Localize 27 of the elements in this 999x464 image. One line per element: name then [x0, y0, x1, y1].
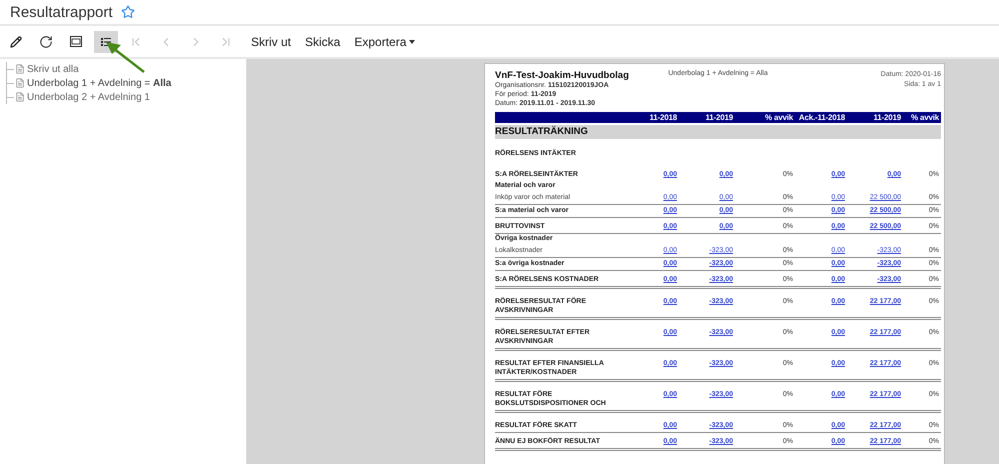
tree-item[interactable]: Skriv ut alla — [7, 62, 246, 76]
section-title: RESULTATRÄKNING — [495, 125, 941, 139]
page-view-icon — [70, 36, 82, 47]
column-header: 11-2019 — [872, 112, 901, 123]
document-icon — [15, 92, 25, 102]
arrow-annotation — [104, 40, 146, 74]
column-header: % avvik — [910, 112, 939, 123]
refresh-icon — [39, 34, 53, 48]
toolbar-button[interactable]: Skriv ut — [244, 30, 298, 52]
tree-item-label: Underbolag 1 + Avdelning = Alla — [27, 78, 172, 88]
column-header: % avvik — [764, 112, 793, 123]
tree-item[interactable]: Underbolag 2 + Avdelning 1 — [7, 90, 246, 104]
column-header: 11-2019 — [704, 112, 733, 123]
column-header: 11-2018 — [648, 112, 677, 123]
export-menu-button[interactable]: Exportera — [347, 30, 422, 52]
tree-item[interactable]: Underbolag 1 + Avdelning = Alla — [7, 76, 246, 90]
tree-item-label: Skriv ut alla — [27, 64, 79, 74]
tree-item-label: Underbolag 2 + Avdelning 1 — [27, 92, 150, 102]
document-icon — [15, 64, 25, 74]
column-header: Ack.-11-2018 — [798, 112, 845, 123]
favorite-star-icon[interactable] — [120, 5, 135, 19]
edit-icon — [10, 36, 22, 48]
caret-icon — [409, 40, 416, 44]
document-icon — [15, 78, 25, 88]
company-name: VnF-Test-Joakim-Huvudbolag — [495, 70, 630, 81]
toolbar-button[interactable]: Skicka — [298, 30, 348, 52]
page-title: Resultatrapport — [10, 4, 113, 20]
